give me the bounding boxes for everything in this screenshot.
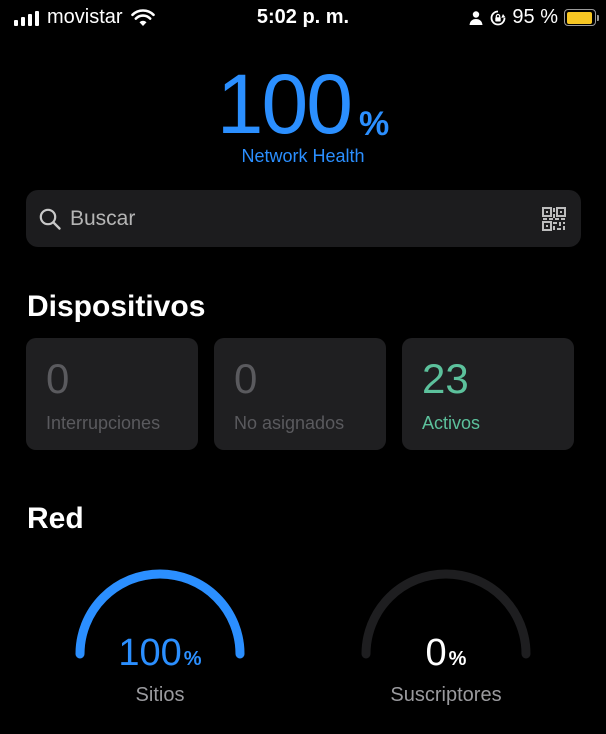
outages-count: 0: [46, 355, 70, 402]
cellular-signal-icon: [14, 10, 39, 26]
active-card[interactable]: 23 Activos: [402, 338, 574, 450]
sites-unit: %: [183, 648, 202, 670]
sites-gauge[interactable]: 100% Sitios: [60, 560, 260, 730]
outages-card[interactable]: 0 Interrupciones: [26, 338, 198, 450]
health-value-row: 100 %: [0, 62, 606, 146]
sites-value: 100: [118, 632, 182, 674]
outages-label: Interrupciones: [46, 413, 161, 433]
sites-gauge-value: 100%: [60, 632, 260, 675]
battery-icon: [564, 9, 599, 26]
subscribers-gauge-label: Suscriptores: [390, 684, 502, 706]
battery-percentage: 95 %: [512, 6, 558, 28]
health-value: 100: [216, 57, 353, 151]
qr-code-icon[interactable]: [541, 206, 567, 232]
wifi-icon: [130, 8, 155, 26]
active-count: 23: [422, 355, 469, 402]
network-health: 100 % Network Health: [0, 62, 606, 167]
unassigned-label: No asignados: [234, 413, 345, 433]
subscribers-gauge-value: 0%: [346, 632, 546, 675]
orientation-lock-icon: [491, 10, 506, 25]
subscribers-gauge[interactable]: 0% Suscriptores: [346, 560, 546, 730]
unassigned-card[interactable]: 0 No asignados: [214, 338, 386, 450]
carrier-name: movistar: [47, 6, 123, 28]
search-input[interactable]: [70, 206, 541, 231]
network-section-title: Red: [27, 502, 84, 535]
status-bar: movistar 5:02 p. m. 95 %: [0, 0, 606, 34]
devices-section-title: Dispositivos: [27, 290, 206, 323]
device-cards: 0 Interrupciones 0 No asignados 23 Activ…: [26, 338, 574, 450]
sites-gauge-label: Sitios: [135, 684, 185, 706]
subscribers-value: 0: [425, 632, 447, 674]
person-icon: [469, 10, 483, 25]
search-icon: [39, 208, 61, 230]
battery-fill: [566, 11, 593, 24]
health-unit: %: [358, 105, 390, 143]
status-bar-left: movistar: [14, 6, 155, 29]
search-bar[interactable]: [26, 190, 581, 247]
unassigned-count: 0: [234, 355, 258, 402]
active-label: Activos: [422, 413, 481, 433]
status-bar-right: 95 %: [468, 6, 599, 29]
subscribers-unit: %: [448, 648, 467, 670]
health-label: Network Health: [241, 146, 365, 166]
